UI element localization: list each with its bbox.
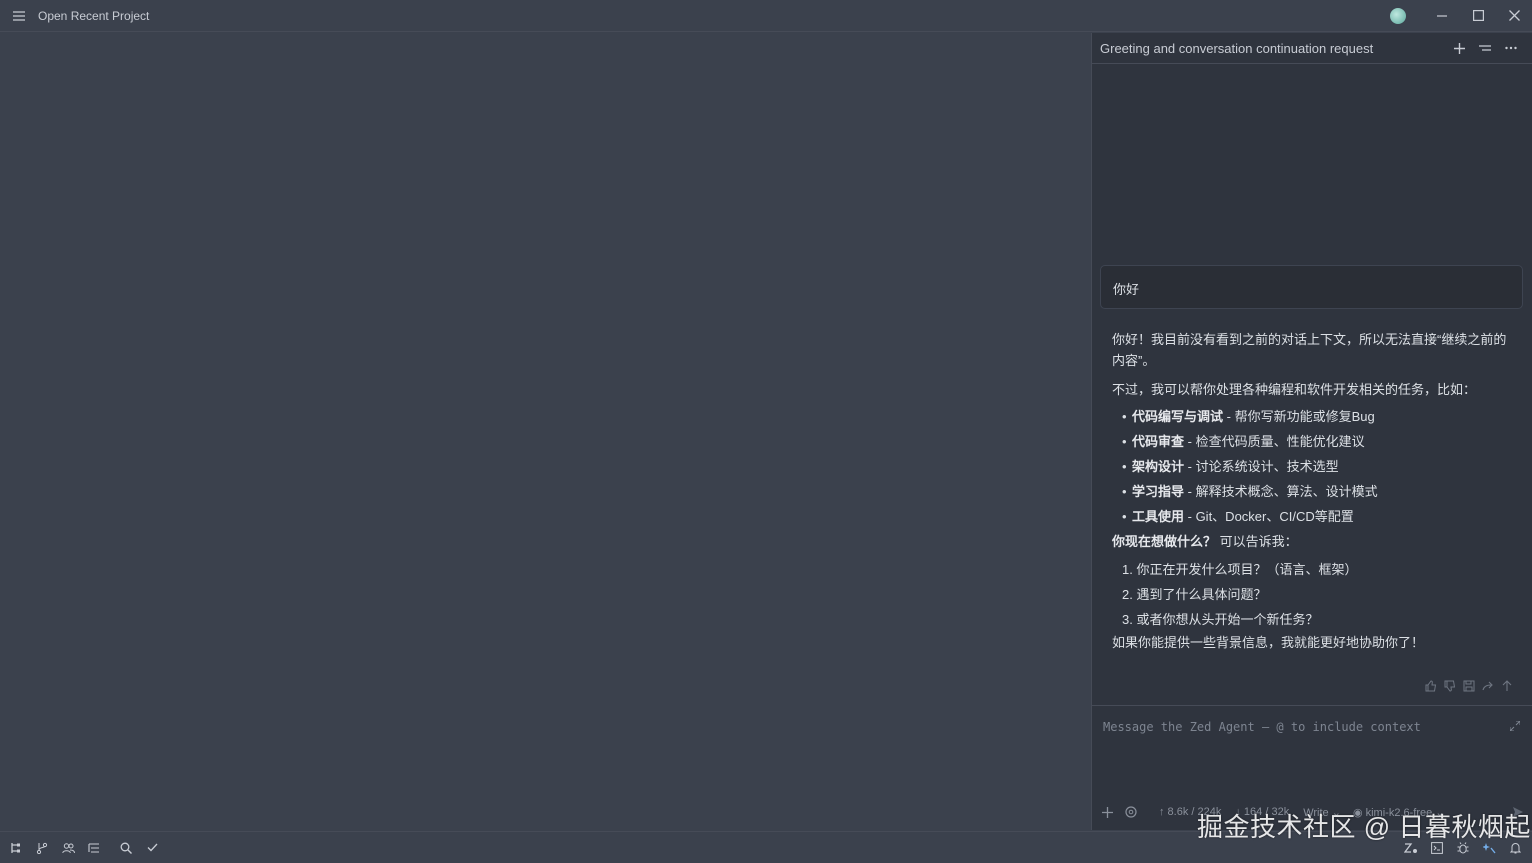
reply-closing: 如果你能提供一些背景信息，我就能更好地协助你了！ [1112,635,1425,650]
thread-title[interactable]: Greeting and conversation continuation r… [1100,41,1446,56]
avatar[interactable] [1390,7,1406,24]
maximize-icon[interactable] [1460,0,1496,32]
list-item: 3. 或者你想从头开始一个新任务？ [1122,612,1319,627]
list-item: • 学习指导 - 解释技术概念、算法、设计模式 [1122,484,1378,499]
outline-icon[interactable] [81,832,107,863]
list-item: 1. 你正在开发什么项目？（语言、框架） [1122,562,1358,577]
search-icon[interactable] [113,832,139,863]
scroll-top-icon[interactable] [1501,680,1514,693]
user-message[interactable]: 你好 [1100,265,1523,309]
reply-intro: 你好！我目前没有看到之前的对话上下文，所以无法直接“继续之前的内容”。 [1112,332,1507,368]
diagnostics-check-icon[interactable] [139,832,165,863]
save-icon[interactable] [1463,680,1476,693]
list-item: • 架构设计 - 讨论系统设计、技术选型 [1122,459,1339,474]
reply-question: 你现在想做什么？ 可以告诉我： [1112,534,1298,549]
reply-bullet-list: • 代码编写与调试 - 帮你写新功能或修复Bug • 代码审查 - 检查代码质量、性… [1112,404,1517,529]
editor-area[interactable] [0,33,1091,830]
history-icon[interactable] [1472,37,1498,59]
more-options-icon[interactable] [1498,37,1524,59]
list-item: • 工具使用 - Git、Docker、CI/CD等配置 [1122,509,1354,524]
minimize-icon[interactable] [1424,0,1460,32]
reply-offer: 不过，我可以帮你处理各种编程和软件开发相关的任务，比如： [1112,382,1477,397]
share-icon[interactable] [1482,680,1495,693]
thumbs-up-icon[interactable] [1425,680,1438,693]
list-item: • 代码审查 - 检查代码质量、性能优化建议 [1122,434,1365,449]
new-thread-icon[interactable] [1446,37,1472,59]
assistant-reply: 你好！我目前没有看到之前的对话上下文，所以无法直接“继续之前的内容”。 不过，我… [1112,329,1517,661]
agent-panel: Greeting and conversation continuation r… [1091,33,1532,830]
expand-icon[interactable] [1509,718,1521,736]
list-item: • 代码编写与调试 - 帮你写新功能或修复Bug [1122,409,1375,424]
message-actions [1425,680,1514,693]
collab-icon[interactable] [55,832,81,863]
thumbs-down-icon[interactable] [1444,680,1457,693]
reply-numbered-list: 1. 你正在开发什么项目？（语言、框架） 2. 遇到了什么具体问题？ 3. 或者… [1112,557,1517,632]
close-icon[interactable] [1496,0,1532,32]
settings-icon[interactable] [1125,806,1137,818]
message-input[interactable]: Message the Zed Agent — @ to include con… [1103,720,1421,734]
add-context-icon[interactable] [1102,806,1113,818]
list-item: 2. 遇到了什么具体问题？ [1122,587,1267,602]
agent-panel-header: Greeting and conversation continuation r… [1092,33,1532,64]
git-branch-icon[interactable] [29,832,55,863]
open-recent-project-button[interactable]: Open Recent Project [38,9,149,23]
hamburger-menu-icon[interactable] [0,0,38,32]
title-bar: Open Recent Project [0,0,1532,32]
project-panel-icon[interactable] [3,832,29,863]
watermark: 掘金技术社区 @ 日暮秋烟起 [1197,812,1531,842]
